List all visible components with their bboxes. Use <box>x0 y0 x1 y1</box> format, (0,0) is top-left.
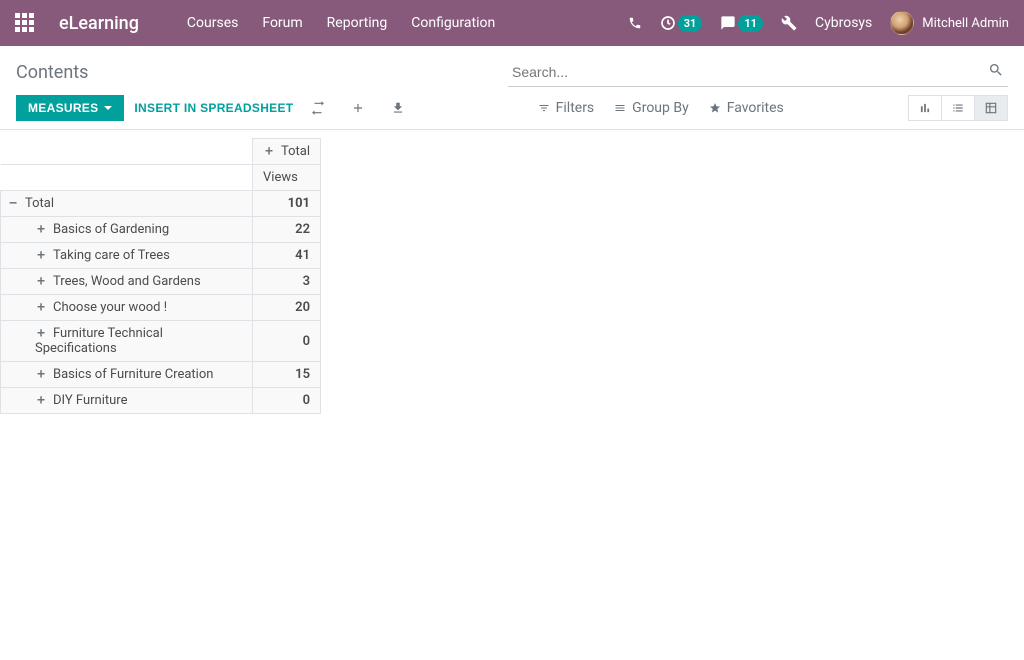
control-panel: Contents MEASURES INSERT IN SPREADSHEET <box>0 46 1024 130</box>
row-value: 101 <box>253 191 321 217</box>
avatar <box>890 11 914 35</box>
row-header-total[interactable]: −Total <box>1 191 253 217</box>
activities-icon[interactable]: 31 <box>660 15 703 32</box>
nav-forum[interactable]: Forum <box>262 15 302 31</box>
plus-icon: + <box>35 326 47 341</box>
flip-axis-icon[interactable] <box>303 96 333 120</box>
search-input[interactable] <box>508 58 1008 87</box>
filters-label: Filters <box>556 100 595 116</box>
row-value: 22 <box>253 217 321 243</box>
search-icon[interactable] <box>988 62 1004 78</box>
row-label: Choose your wood ! <box>53 300 167 315</box>
row-header-6[interactable]: + DIY Furniture <box>1 388 253 414</box>
pivot-table: +Total Views −Total101+Basics of Gardeni… <box>0 138 321 414</box>
top-navbar: eLearning Courses Forum Reporting Config… <box>0 0 1024 46</box>
messages-badge: 11 <box>738 15 763 32</box>
row-label: Furniture Technical Specifications <box>35 326 163 356</box>
plus-icon: + <box>35 393 47 408</box>
messages-icon[interactable]: 11 <box>720 15 763 32</box>
row-label: DIY Furniture <box>53 393 127 408</box>
filters-button[interactable]: Filters <box>538 100 595 116</box>
tools-icon[interactable] <box>781 15 797 31</box>
row-header-3[interactable]: + Choose your wood ! <box>1 295 253 321</box>
favorites-button[interactable]: Favorites <box>709 100 784 116</box>
view-list-button[interactable] <box>942 95 975 121</box>
nav-courses[interactable]: Courses <box>187 15 238 31</box>
row-value: 20 <box>253 295 321 321</box>
pivot-area: +Total Views −Total101+Basics of Gardeni… <box>0 130 1024 414</box>
apps-icon[interactable] <box>15 13 35 33</box>
row-label: Taking care of Trees <box>53 248 170 263</box>
breadcrumb: Contents <box>16 58 88 83</box>
view-pivot-button[interactable] <box>975 95 1008 121</box>
phone-icon[interactable] <box>628 16 642 30</box>
nav-right: 31 11 Cybrosys Mitchell Admin <box>628 11 1009 35</box>
plus-icon: + <box>35 222 47 237</box>
row-value: 15 <box>253 362 321 388</box>
plus-icon: + <box>263 144 275 159</box>
nav-configuration[interactable]: Configuration <box>411 15 495 31</box>
group-by-button[interactable]: Group By <box>614 100 689 116</box>
row-label: Basics of Gardening <box>53 222 169 237</box>
col-total-label: Total <box>281 144 310 159</box>
plus-icon: + <box>35 274 47 289</box>
user-name: Mitchell Admin <box>922 16 1009 31</box>
row-label: Total <box>25 196 54 211</box>
funnel-icon <box>538 102 550 114</box>
activities-badge: 31 <box>678 15 703 32</box>
measures-button[interactable]: MEASURES <box>16 95 124 121</box>
row-header-2[interactable]: + Trees, Wood and Gardens <box>1 269 253 295</box>
row-label: Basics of Furniture Creation <box>53 367 213 382</box>
row-value: 0 <box>253 321 321 362</box>
plus-icon: + <box>35 248 47 263</box>
row-header-0[interactable]: + Basics of Gardening <box>1 217 253 243</box>
row-header-4[interactable]: +Furniture Technical Specifications <box>1 321 253 362</box>
minus-icon: − <box>7 196 19 211</box>
expand-all-icon[interactable] <box>343 96 373 120</box>
view-switcher <box>908 95 1008 121</box>
row-value: 3 <box>253 269 321 295</box>
user-menu[interactable]: Mitchell Admin <box>890 11 1009 35</box>
row-value: 0 <box>253 388 321 414</box>
view-graph-button[interactable] <box>908 95 942 121</box>
measures-label: MEASURES <box>28 101 98 115</box>
star-icon <box>709 102 721 114</box>
nav-reporting[interactable]: Reporting <box>327 15 388 31</box>
list-icon <box>614 102 626 114</box>
plus-icon: + <box>35 300 47 315</box>
nav-menu: Courses Forum Reporting Configuration <box>187 15 628 31</box>
company-selector[interactable]: Cybrosys <box>815 15 872 31</box>
plus-icon: + <box>35 367 47 382</box>
favorites-label: Favorites <box>727 100 784 116</box>
col-total-header[interactable]: + Total <box>253 139 321 165</box>
insert-spreadsheet-button[interactable]: INSERT IN SPREADSHEET <box>134 101 293 115</box>
download-icon[interactable] <box>383 96 413 120</box>
caret-down-icon <box>104 106 112 110</box>
search-wrap <box>508 58 1008 87</box>
row-label: Trees, Wood and Gardens <box>53 274 201 289</box>
group-by-label: Group By <box>632 100 689 116</box>
measure-header[interactable]: Views <box>253 165 321 191</box>
app-brand[interactable]: eLearning <box>59 13 139 34</box>
row-value: 41 <box>253 243 321 269</box>
row-header-1[interactable]: + Taking care of Trees <box>1 243 253 269</box>
row-header-5[interactable]: + Basics of Furniture Creation <box>1 362 253 388</box>
